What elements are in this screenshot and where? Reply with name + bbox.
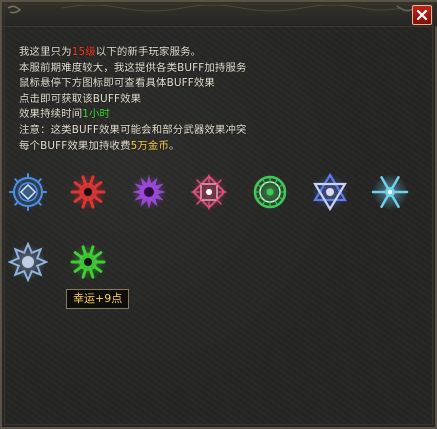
buff-icon-pink-sigil[interactable] — [189, 172, 229, 212]
dialog-text-span: 。 — [169, 139, 180, 152]
hexagram-icon — [312, 172, 348, 212]
dialog-line: 我这里只为15级以下的新手玩家服务。 — [19, 45, 247, 61]
dialog-text-span: 本服前期难度较大，我这提供各类BUFF加持服务 — [19, 61, 247, 74]
buff-icon-purple-sun[interactable] — [129, 172, 169, 212]
gear-icon — [70, 244, 106, 280]
sigil-icon — [191, 174, 227, 210]
dialog-line: 鼠标悬停下方图标即可查看具体BUFF效果 — [19, 76, 247, 92]
buff-icon-cyan-snowflake[interactable] — [370, 172, 410, 212]
dialog-line: 效果持续时间1小时 — [19, 107, 247, 123]
dialog-text-span: 点击即可获取该BUFF效果 — [19, 92, 142, 105]
dialog-line: 注意：这类BUFF效果可能会和部分武器效果冲突 — [19, 123, 247, 139]
close-icon — [416, 9, 428, 21]
buff-tooltip: 幸运+9点 — [66, 289, 130, 309]
highlight-text: 1小时 — [82, 108, 111, 121]
ring-icon — [252, 174, 288, 210]
top-ornament — [2, 2, 437, 27]
buff-icon-blue-rune[interactable] — [8, 172, 48, 212]
dialog-line: 点击即可获取该BUFF效果 — [19, 92, 247, 108]
buff-icon-red-gear[interactable] — [68, 172, 108, 212]
buff-icon-green-ring[interactable] — [250, 172, 290, 212]
tooltip-text: 幸运+9点 — [73, 292, 123, 305]
highlight-text: 5级 — [78, 46, 96, 58]
star-icon — [8, 242, 48, 282]
dialog-text-span: 注意：这类BUFF效果可能会和部分武器效果冲突 — [19, 123, 247, 136]
rune-icon — [9, 173, 47, 211]
gear-icon — [70, 174, 106, 210]
buff-icon-silver-star[interactable] — [8, 242, 48, 282]
snowflake-icon — [371, 174, 409, 210]
buff-icon-green-gear[interactable] — [68, 242, 108, 282]
sun-icon — [131, 174, 167, 210]
buff-icon-blue-hexagram[interactable] — [310, 172, 350, 212]
dialog-text: 我这里只为15级以下的新手玩家服务。 本服前期难度较大，我这提供各类BUFF加持服… — [19, 45, 247, 154]
dialog-text-span: 以下的新手玩家服务。 — [95, 46, 202, 58]
dialog-line: 本服前期难度较大，我这提供各类BUFF加持服务 — [19, 61, 247, 77]
dialog-text-span: 效果持续时间 — [19, 108, 83, 121]
dialog-text-span: 每个BUFF效果加持收费 — [19, 139, 131, 152]
highlight-text: 5万金币 — [130, 139, 170, 152]
dialog-text-span: 鼠标悬停下方图标即可查看具体BUFF效果 — [19, 77, 215, 90]
npc-dialog-panel: 我这里只为15级以下的新手玩家服务。 本服前期难度较大，我这提供各类BUFF加持服… — [0, 0, 437, 429]
dialog-text-span: 我这里只为 — [19, 46, 72, 58]
dialog-line: 每个BUFF效果加持收费5万金币。 — [19, 139, 247, 155]
close-button[interactable] — [412, 5, 432, 25]
